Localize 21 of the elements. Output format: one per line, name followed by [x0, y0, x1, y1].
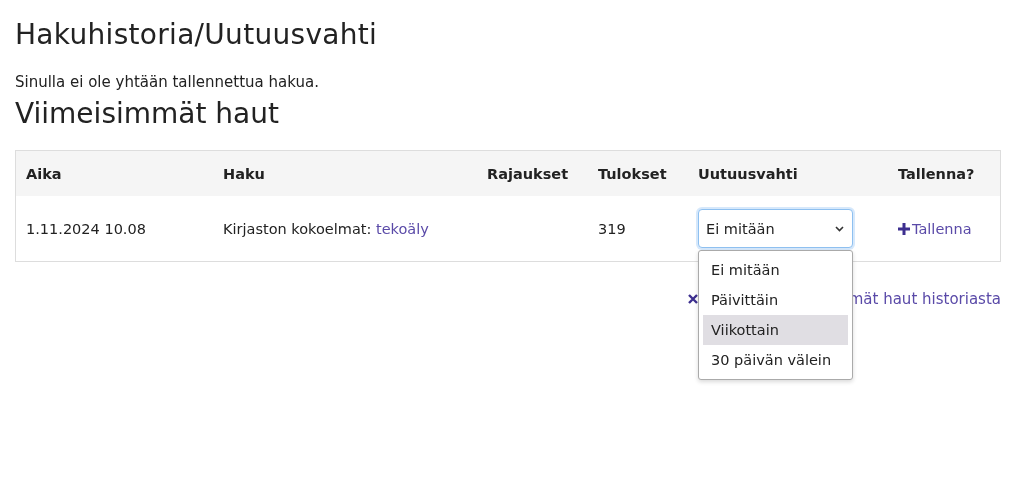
column-header: Aika: [26, 165, 63, 182]
notice-text: Sinulla ei ole yhtään tallennettua hakua.: [15, 73, 320, 91]
column-header: Rajaukset: [487, 165, 570, 182]
chevron-icon: [835, 225, 844, 232]
column-header: Tallenna?: [898, 165, 976, 182]
dropdown-option[interactable]: Ei mitään: [703, 255, 848, 285]
close-icon[interactable]: [688, 294, 698, 304]
search-source: Kirjaston kokoelmat:: [223, 220, 373, 237]
column-header: Haku: [223, 165, 266, 182]
save-link[interactable]: Tallenna: [898, 220, 1000, 237]
results-cell-text: 319: [598, 220, 627, 237]
search-term-link[interactable]: tekoäly: [375, 220, 429, 237]
page-title: Hakuhistoria/Uutuusvahti: [15, 18, 379, 51]
plus-icon: [898, 222, 910, 235]
dropdown-option[interactable]: Päivittäin: [703, 285, 848, 315]
dropdown-option[interactable]: Viikottain: [703, 315, 848, 345]
section-heading: Viimeisimmät haut: [15, 97, 280, 130]
column-header: Tulokset: [598, 165, 668, 182]
time-cell-text: 1.11.2024 10.08: [26, 220, 147, 237]
column-header: Uutuusvahti: [698, 165, 799, 182]
dropdown-option[interactable]: 30 päivän välein: [703, 345, 848, 375]
